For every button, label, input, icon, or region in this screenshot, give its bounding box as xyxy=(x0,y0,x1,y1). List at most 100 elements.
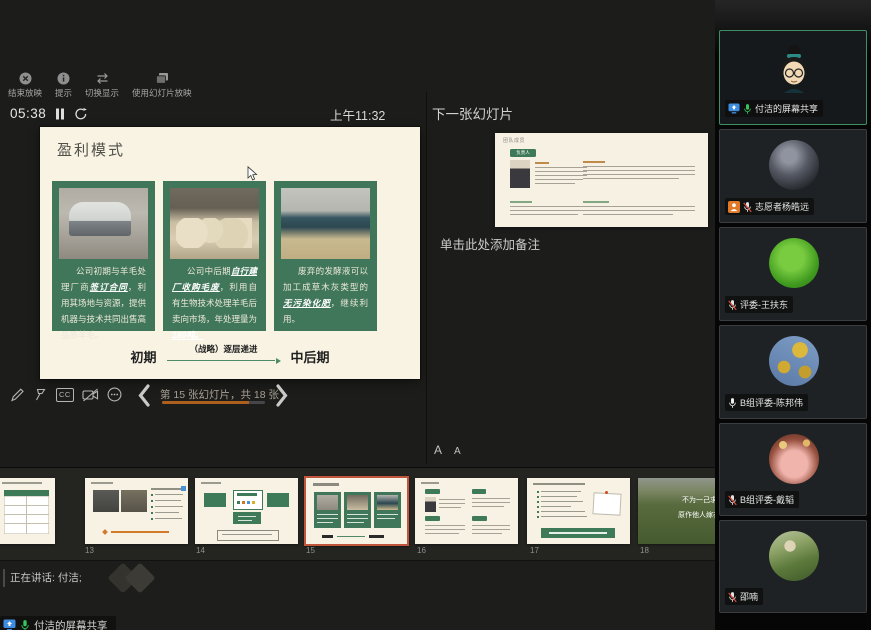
next-slide-header: 下一张幻灯片 xyxy=(432,103,513,123)
preview-badge-leader: 负责人 xyxy=(510,149,536,157)
participant-tile-fujie-share[interactable]: 付洁的屏幕共享 xyxy=(719,30,867,125)
notes-placeholder[interactable]: 单击此处添加备注 xyxy=(440,234,540,253)
participant-label: B组评委-陈邦伟 xyxy=(725,394,808,411)
card-mid-text: 公司中后期自行建厂收购毛废，利用自有生物技术处理羊毛后卖向市场，年处理量为180… xyxy=(170,263,259,343)
previous-slide-button[interactable] xyxy=(137,384,151,407)
card-byproduct-text: 废弃的发酵液可以加工成草木灰类型的无污染化肥，继续利用。 xyxy=(281,263,370,327)
speaking-accent xyxy=(3,569,5,587)
participant-name: B组评委-戴韬 xyxy=(740,493,794,506)
filmstrip-thumbnail-17[interactable] xyxy=(527,478,630,544)
participants-sidebar: 付洁的屏幕共享 志愿者杨皓远 评委-王扶东 B组评委-陈邦 xyxy=(715,0,871,630)
screen-share-icon xyxy=(728,103,740,114)
participant-name: 邵喃 xyxy=(740,590,758,603)
participant-tile-daitao[interactable]: B组评委-戴韬 xyxy=(719,423,867,516)
volunteer-badge-icon xyxy=(728,201,740,213)
switch-display-button[interactable]: 切换显示 xyxy=(85,72,119,99)
laser-pointer-button[interactable] xyxy=(33,387,48,402)
participant-name: 付洁的屏幕共享 xyxy=(755,102,818,115)
current-slide[interactable]: 盈利模式 公司初期与羊毛处理厂商签订合同，利用其场地与资源，提供机器与技术共同出… xyxy=(40,127,420,379)
font-increase-button[interactable]: A xyxy=(434,443,442,457)
avatar-photo xyxy=(769,336,819,386)
switch-arrows-icon xyxy=(95,72,110,85)
timeline-start: 初期 xyxy=(130,351,156,365)
thumb18-caption-line1: 不为一己求安乐 xyxy=(682,495,715,505)
restart-timer-button[interactable] xyxy=(74,107,88,121)
machine-photo xyxy=(59,188,148,259)
more-options-button[interactable] xyxy=(107,387,122,402)
screen-share-icon xyxy=(3,619,16,630)
screen-share-chip: 付洁的屏幕共享 xyxy=(0,616,116,630)
participant-tile-yanghaoyuan[interactable]: 志愿者杨皓远 xyxy=(719,129,867,223)
thumb-number-15: 15 xyxy=(306,546,315,555)
clock: 上午11:32 xyxy=(330,105,385,124)
panel-divider xyxy=(426,92,427,464)
participant-label: B组评委-戴韬 xyxy=(725,491,799,508)
status-bar: 正在讲话: 付洁; 付洁的屏幕共享 xyxy=(0,560,715,630)
timeline-label: （战略）逐层递进 xyxy=(165,343,283,355)
card-early-text: 公司初期与羊毛处理厂商签订合同，利用其场地与资源，提供机器与技术共同出售高品质羊… xyxy=(59,263,148,343)
timer-bar: 05:38 xyxy=(10,106,88,121)
use-slideshow-label: 使用幻灯片放映 xyxy=(132,87,192,99)
mic-muted-icon xyxy=(728,494,737,506)
end-show-button[interactable]: 结束放映 xyxy=(8,72,42,99)
slide-progress-fill xyxy=(162,401,249,404)
slides-copy-icon xyxy=(155,72,169,85)
slideshow-toolbar: 结束放映 提示 切换显示 使用幻灯片放映 xyxy=(8,72,192,99)
filmstrip[interactable]: 不为一己求安乐 原作他人嫁衣裳 13 14 15 16 17 18 xyxy=(0,467,715,561)
speaking-indicator: 正在讲话: 付洁; xyxy=(10,570,82,585)
card-byproduct: 废弃的发酵液可以加工成草木灰类型的无污染化肥，继续利用。 xyxy=(274,181,377,331)
slide-progress-bar xyxy=(162,401,265,404)
thumb18-caption-line2: 原作他人嫁衣裳 xyxy=(678,510,715,520)
preview-slide-title: 团队成员 xyxy=(503,137,525,144)
avatar-photo xyxy=(769,531,819,581)
info-icon xyxy=(57,72,70,85)
filmstrip-thumbnail-14[interactable] xyxy=(195,478,298,544)
end-show-label: 结束放映 xyxy=(8,87,42,99)
tips-button[interactable]: 提示 xyxy=(55,72,72,99)
preview-portrait xyxy=(510,160,530,188)
next-slide-preview[interactable]: 团队成员 负责人 xyxy=(495,133,708,227)
participant-tile-shaonan[interactable]: 邵喃 xyxy=(719,520,867,613)
participant-label: 邵喃 xyxy=(725,588,763,605)
filmstrip-thumbnail-13[interactable] xyxy=(85,478,188,544)
filmstrip-thumbnail-12[interactable] xyxy=(0,478,55,544)
slide-cards: 公司初期与羊毛处理厂商签订合同，利用其场地与资源，提供机器与技术共同出售高品质羊… xyxy=(52,181,377,331)
next-slide-button[interactable] xyxy=(275,384,289,407)
participant-tile-wangfudong[interactable]: 评委-王扶东 xyxy=(719,227,867,321)
mic-on-icon xyxy=(20,619,30,630)
participant-label: 志愿者杨皓远 xyxy=(725,198,814,215)
card-early-stage: 公司初期与羊毛处理厂商签订合同，利用其场地与资源，提供机器与技术共同出售高品质羊… xyxy=(52,181,155,331)
pen-tool-button[interactable] xyxy=(10,387,25,402)
watermark-diamond-2 xyxy=(124,562,155,593)
notes-font-controls: A A xyxy=(434,443,461,457)
camera-off-button[interactable] xyxy=(82,388,99,402)
font-decrease-button[interactable]: A xyxy=(454,446,461,457)
participant-name: 志愿者杨皓远 xyxy=(755,200,809,213)
thumb-number-16: 16 xyxy=(417,546,426,555)
filmstrip-thumbnail-16[interactable] xyxy=(415,478,518,544)
stage-timeline: 初期 （战略）逐层递进 中后期 xyxy=(40,343,420,365)
thumb-number-14: 14 xyxy=(196,546,205,555)
slide-counter: 第 15 张幻灯片，共 18 张 xyxy=(160,387,268,402)
pause-timer-button[interactable] xyxy=(55,108,65,120)
slide-title: 盈利模式 xyxy=(57,139,125,160)
mic-muted-icon xyxy=(743,201,752,213)
cartoon-avatar xyxy=(774,43,814,93)
subtitles-button[interactable]: CC xyxy=(56,388,74,402)
participant-name: B组评委-陈邦伟 xyxy=(740,396,803,409)
avatar-photo xyxy=(769,434,819,484)
thumb-number-13: 13 xyxy=(85,546,94,555)
tips-label: 提示 xyxy=(55,87,72,99)
timeline-end: 中后期 xyxy=(291,351,330,365)
card-mid-stage: 公司中后期自行建厂收购毛废，利用自有生物技术处理羊毛后卖向市场，年处理量为180… xyxy=(163,181,266,331)
participant-label: 评委-王扶东 xyxy=(725,296,793,313)
filmstrip-thumbnail-15-selected[interactable] xyxy=(304,476,409,546)
thumb-number-18: 18 xyxy=(640,546,649,555)
participant-tile-chenbangwei[interactable]: B组评委-陈邦伟 xyxy=(719,325,867,419)
presenter-window: 结束放映 提示 切换显示 使用幻灯片放映 05:38 上午11:32 下一张幻灯… xyxy=(0,0,871,630)
switch-display-label: 切换显示 xyxy=(85,87,119,99)
avatar-photo xyxy=(769,238,819,288)
timeline-arrow: （战略）逐层递进 xyxy=(165,343,283,365)
filmstrip-thumbnail-18[interactable]: 不为一己求安乐 原作他人嫁衣裳 xyxy=(638,478,715,544)
use-slideshow-button[interactable]: 使用幻灯片放映 xyxy=(132,72,192,99)
